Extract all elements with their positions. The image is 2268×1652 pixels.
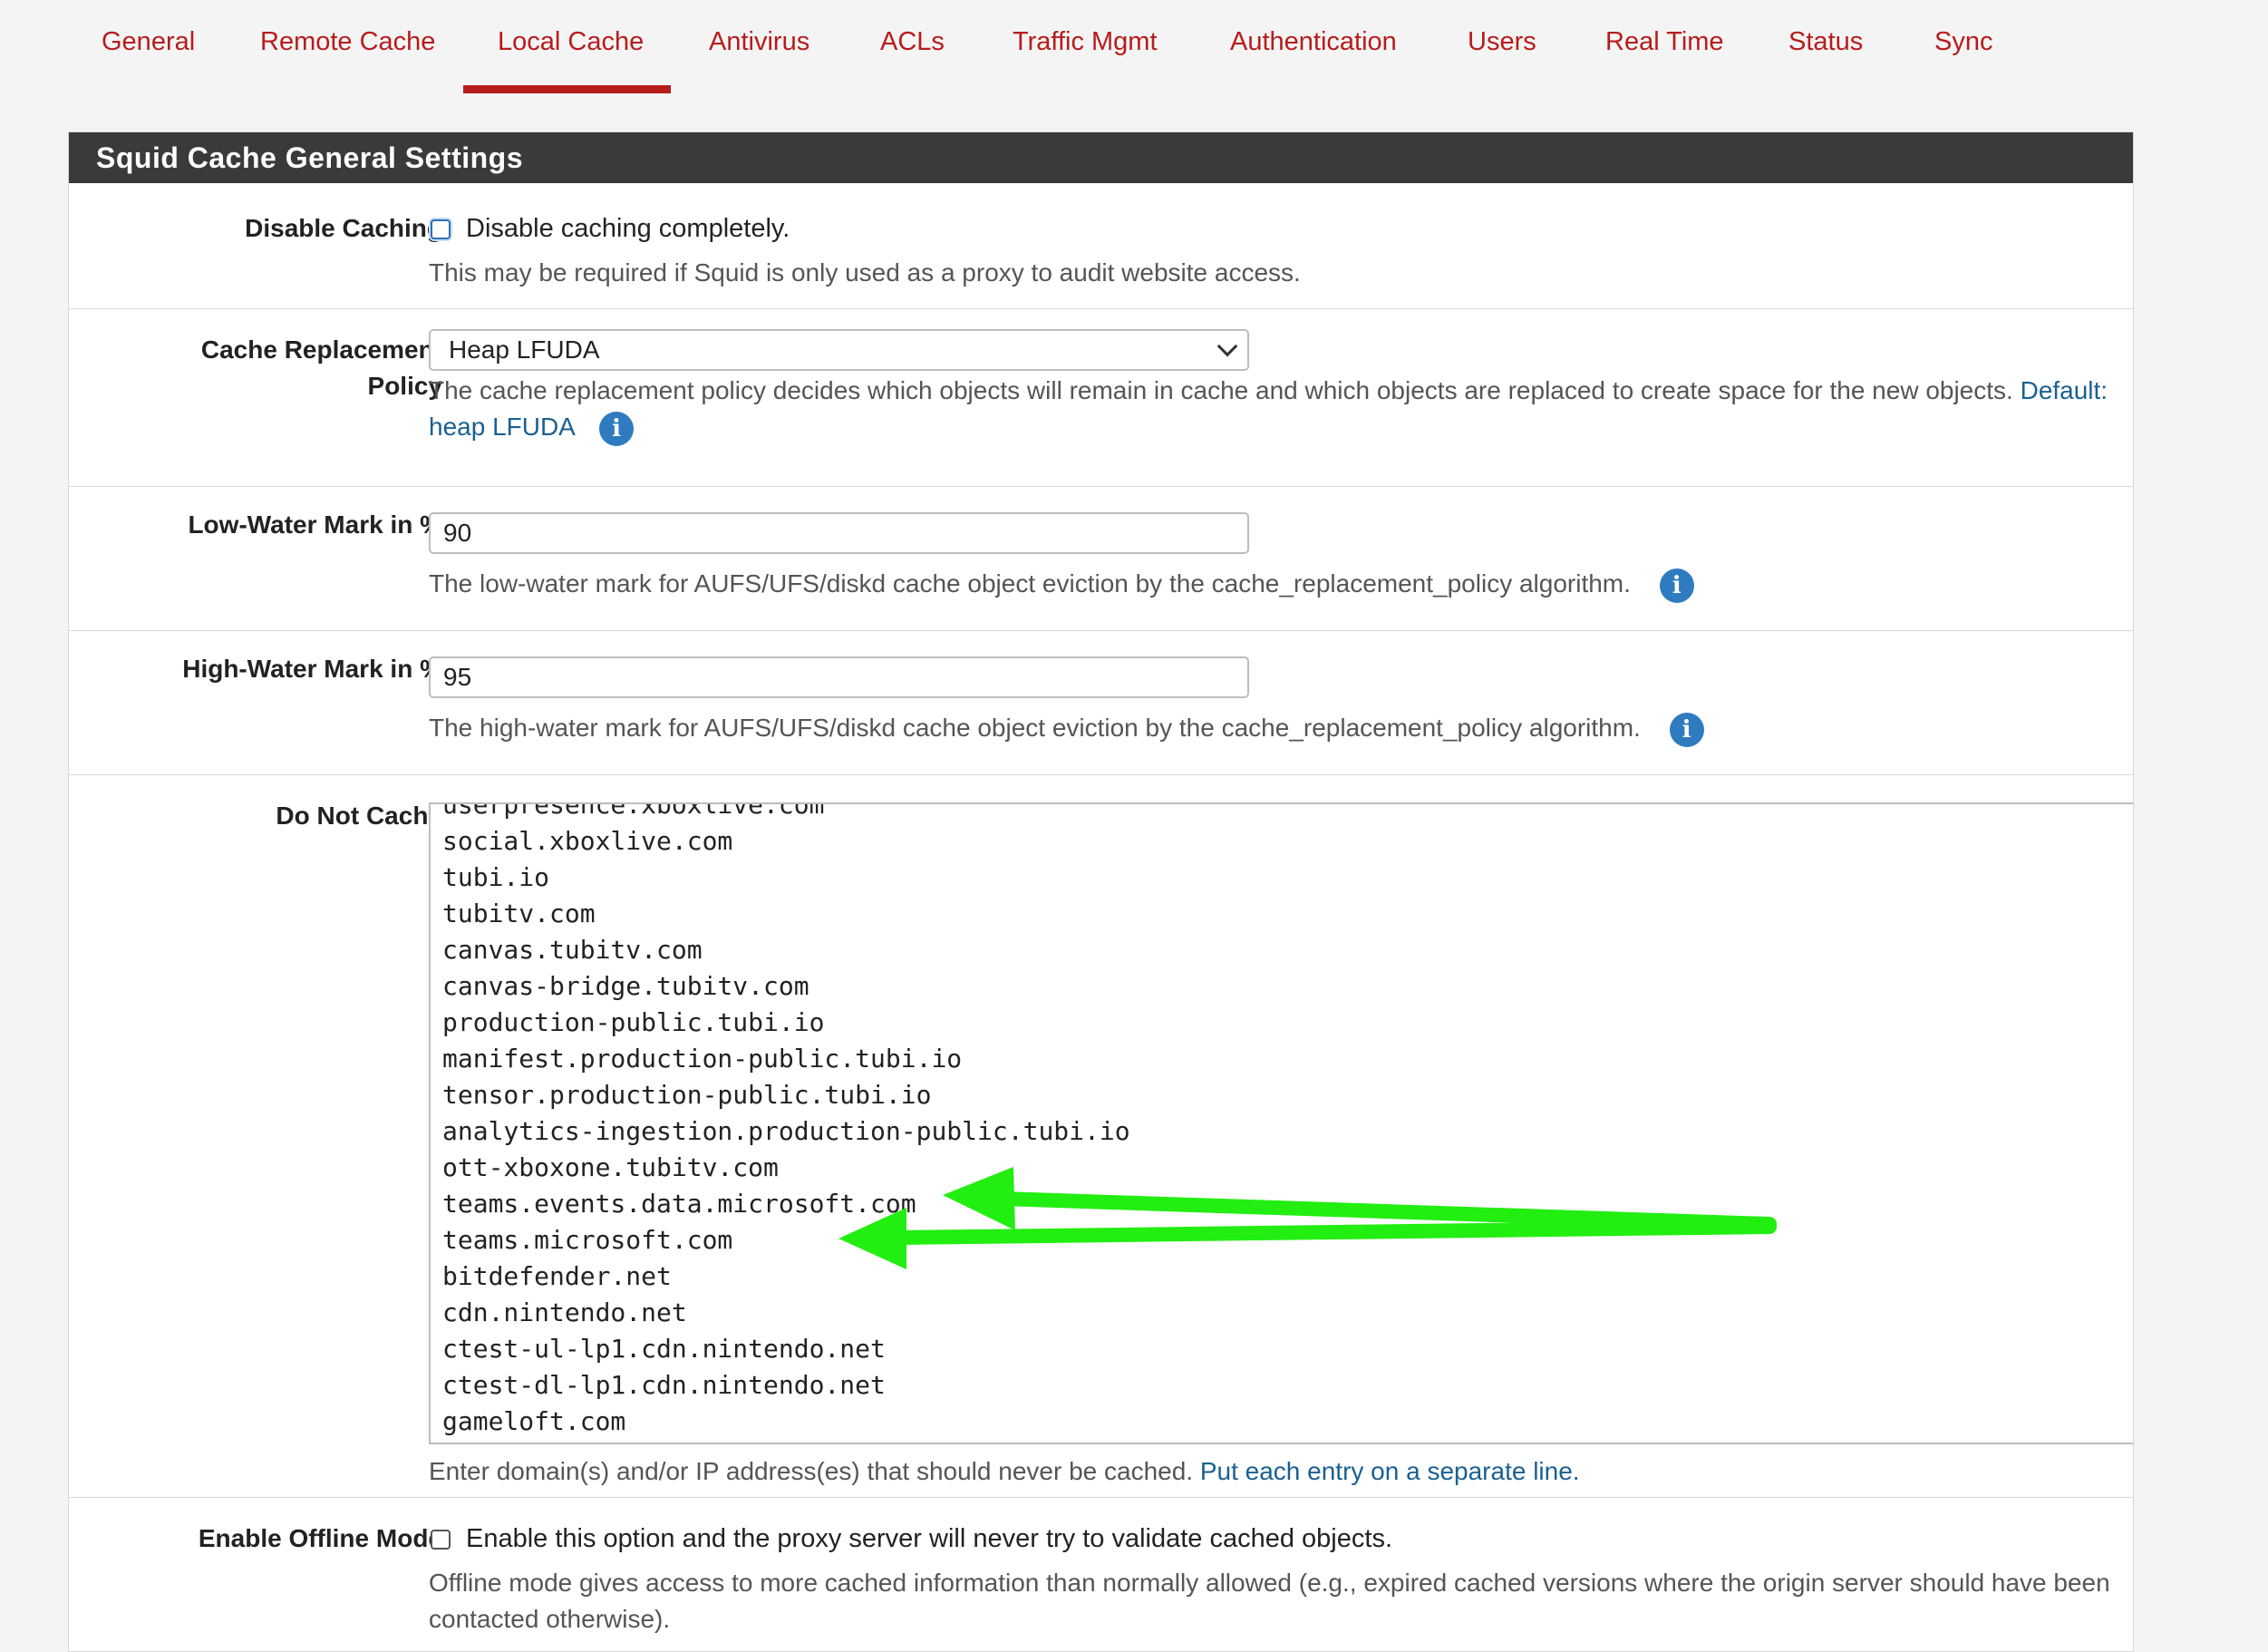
do-not-cache-entry: bitdefender.net [442,1261,672,1291]
do-not-cache-lines: userpresence.xboxlive.com social.xboxlive… [442,802,1130,1440]
offline-mode-help-line2: contacted otherwise). [429,1605,671,1633]
tab-users[interactable]: Users [1468,27,1536,57]
cache-policy-help-text: The cache replacement policy decides whi… [429,376,2013,404]
cache-policy-label-line1: Cache Replacement [200,335,442,364]
tab-authentication[interactable]: Authentication [1230,27,1397,57]
cache-policy-label-line2: Policy [367,372,442,400]
tab-status[interactable]: Status [1788,27,1863,57]
low-water-row: Low-Water Mark in % 90 The low-water mar… [69,487,2133,631]
do-not-cache-entry: canvas.tubitv.com [442,935,703,965]
do-not-cache-entry: analytics-ingestion.production-public.tu… [442,1116,1130,1146]
offline-mode-checkbox[interactable] [431,1530,451,1550]
tab-bar: General Remote Cache Local Cache Antivir… [0,0,2268,94]
disable-caching-checkbox[interactable] [431,219,451,239]
high-water-input[interactable]: 95 [429,656,1249,698]
cache-settings-panel: Squid Cache General Settings Disable Cac… [68,131,2134,1652]
tab-acls[interactable]: ACLs [880,27,945,57]
do-not-cache-entry: userpresence.xboxlive.com [442,802,825,820]
offline-mode-row: Enable Offline Mode Enable this option a… [69,1498,2133,1652]
do-not-cache-entry: tubitv.com [442,899,596,928]
cache-policy-select[interactable]: Heap LFUDA [429,329,1249,371]
cache-policy-label: Cache Replacement Policy [116,332,442,404]
low-water-help-text: The low-water mark for AUFS/UFS/diskd ca… [429,569,1631,598]
tab-remote-cache[interactable]: Remote Cache [260,27,435,57]
disable-caching-help: This may be required if Squid is only us… [429,258,1301,287]
tab-traffic-mgmt[interactable]: Traffic Mgmt [1013,27,1158,57]
low-water-label: Low-Water Mark in % [188,510,442,539]
high-water-help: The high-water mark for AUFS/UFS/diskd c… [429,710,1704,747]
do-not-cache-help-text: Enter domain(s) and/or IP address(es) th… [429,1457,1194,1485]
cache-policy-help: The cache replacement policy decides whi… [429,373,2115,446]
do-not-cache-textarea[interactable]: userpresence.xboxlive.com social.xboxlive… [429,802,2133,1444]
tab-antivirus[interactable]: Antivirus [709,27,809,57]
do-not-cache-entry: gameloft.com [442,1406,626,1436]
tab-real-time[interactable]: Real Time [1605,27,1724,57]
disable-caching-label: Disable Caching [245,214,442,242]
high-water-help-text: The high-water mark for AUFS/UFS/diskd c… [429,714,1641,742]
do-not-cache-entry: teams.events.data.microsoft.com [442,1189,916,1219]
do-not-cache-entry: ctest-dl-lp1.cdn.nintendo.net [442,1370,886,1400]
tab-local-cache[interactable]: Local Cache [498,27,644,57]
do-not-cache-entry: ott-xboxone.tubitv.com [442,1152,779,1182]
do-not-cache-row: Do Not Cache userpresence.xboxlive.com so… [69,775,2133,1498]
do-not-cache-entry: tubi.io [442,862,550,892]
low-water-input[interactable]: 90 [429,512,1249,554]
do-not-cache-entry: manifest.production-public.tubi.io [442,1044,963,1074]
do-not-cache-help-link[interactable]: Put each entry on a separate line. [1200,1457,1580,1485]
info-icon[interactable]: i [1669,712,1704,747]
offline-mode-label: Enable Offline Mode [198,1524,442,1552]
chevron-down-icon [1216,335,1238,357]
offline-mode-help-line1: Offline mode gives access to more cached… [429,1569,2110,1597]
low-water-help: The low-water mark for AUFS/UFS/diskd ca… [429,566,1694,603]
do-not-cache-entry: ctest-ul-lp1.cdn.nintendo.net [442,1334,886,1364]
do-not-cache-entry: cdn.nintendo.net [442,1297,687,1327]
do-not-cache-entry: tensor.production-public.tubi.io [442,1080,932,1110]
cache-policy-default-value: heap LFUDA [429,413,575,441]
disable-caching-checkbox-label[interactable]: Disable caching completely. [466,210,790,247]
do-not-cache-entry: teams.microsoft.com [442,1225,733,1255]
info-icon[interactable]: i [1659,568,1694,603]
panel-title: Squid Cache General Settings [69,132,2133,183]
high-water-label: High-Water Mark in % [182,655,442,683]
offline-mode-help: Offline mode gives access to more cached… [429,1565,2115,1637]
high-water-row: High-Water Mark in % 95 The high-water m… [69,631,2133,775]
do-not-cache-label: Do Not Cache [276,802,442,830]
tab-general[interactable]: General [102,27,195,57]
do-not-cache-entry: production-public.tubi.io [442,1007,825,1037]
cache-policy-select-value: Heap LFUDA [449,335,600,364]
info-icon[interactable]: i [599,411,635,446]
do-not-cache-entry: canvas-bridge.tubitv.com [442,971,809,1001]
active-tab-indicator [463,85,671,93]
disable-caching-row: Disable Caching Disable caching complete… [69,183,2133,309]
do-not-cache-help: Enter domain(s) and/or IP address(es) th… [429,1453,1580,1490]
cache-policy-default-prefix: Default: [2020,376,2108,404]
do-not-cache-entry: social.xboxlive.com [442,826,733,856]
offline-mode-checkbox-label[interactable]: Enable this option and the proxy server … [466,1521,1392,1557]
cache-policy-row: Cache Replacement Policy Heap LFUDA The … [69,309,2133,487]
tab-sync[interactable]: Sync [1934,27,1992,57]
